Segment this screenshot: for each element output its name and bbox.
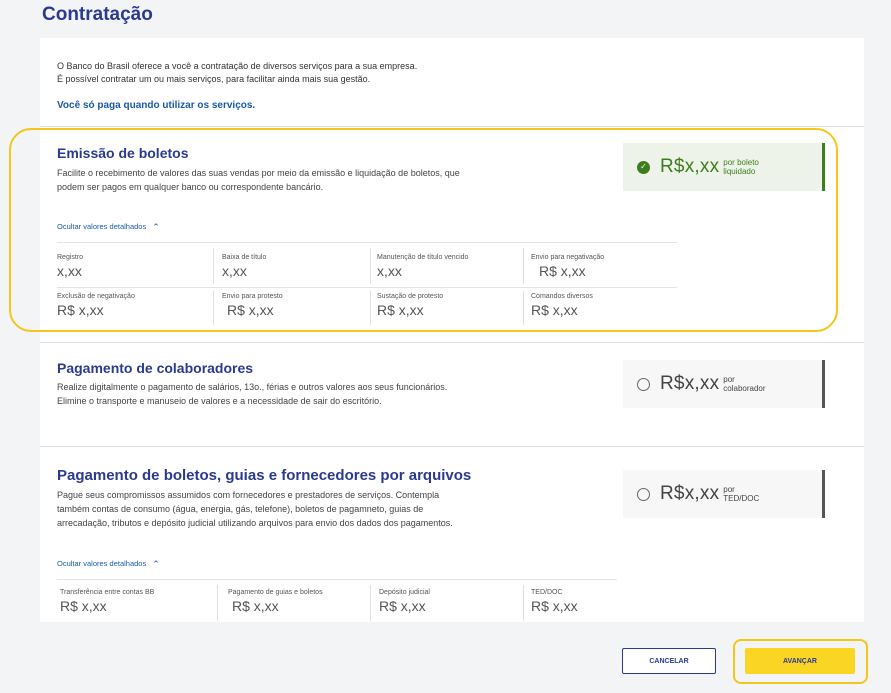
service-desc-arquivos: Pague seus compromissos assumidos com fo… <box>57 488 453 530</box>
price-unit: por TED/DOC <box>723 485 759 503</box>
service-title-arquivos: Pagamento de boletos, guias e fornecedor… <box>57 467 472 484</box>
intro-line-2: É possível contratar um ou mais serviços… <box>57 74 371 84</box>
price-unit-line: TED/DOC <box>723 494 760 503</box>
divider <box>40 126 864 127</box>
price-unit-line: por <box>723 375 735 384</box>
intro-text: O Banco do Brasil oferece a você a contr… <box>57 60 417 86</box>
service-desc-colaboradores: Realize digitalmente o pagamento de salá… <box>57 380 447 408</box>
detail-value: R$ x,xx <box>379 598 426 614</box>
desc-line: Pague seus compromissos assumidos com fo… <box>57 490 440 500</box>
selection-highlight <box>9 128 838 332</box>
detail-value: R$ x,xx <box>232 598 279 614</box>
divider <box>57 579 617 580</box>
divider <box>217 585 218 621</box>
detail-label: Transferência entre contas BB <box>60 589 155 596</box>
price-option-colaboradores[interactable]: R$x,xx por colaborador <box>623 360 825 408</box>
detail-label: TED/DOC <box>531 589 563 596</box>
divider <box>523 585 524 621</box>
intro-line-1: O Banco do Brasil oferece a você a contr… <box>57 61 418 71</box>
detail-value: R$ x,xx <box>531 598 578 614</box>
divider <box>40 342 864 343</box>
payment-info-link[interactable]: Você só paga quando utilizar os serviços… <box>57 100 255 111</box>
detail-deposito-judicial: Depósito judicial R$ x,xx <box>379 589 430 614</box>
price-unit-line: colaborador <box>723 384 766 393</box>
price-unit: por colaborador <box>723 375 765 393</box>
desc-line: Realize digitalmente o pagamento de salá… <box>57 382 448 392</box>
detail-label: Depósito judicial <box>379 589 430 596</box>
divider <box>40 446 864 447</box>
desc-line: arrecadação, tributos e depósito judicia… <box>57 518 453 528</box>
detail-ted-doc: TED/DOC R$ x,xx <box>531 589 578 614</box>
price-amount: R$x,xx <box>660 373 720 394</box>
hide-details-toggle-arquivos[interactable]: Ocultar valores detalhados ⌃ <box>57 558 160 569</box>
page-title: Contratação <box>42 4 153 25</box>
price-option-arquivos[interactable]: R$x,xx por TED/DOC <box>623 470 825 518</box>
cancel-button[interactable]: CANCELAR <box>622 648 716 674</box>
price-unit-line: por <box>723 485 735 494</box>
chevron-up-icon: ⌃ <box>152 559 160 569</box>
price-amount: R$x,xx <box>660 483 720 504</box>
divider <box>370 585 371 621</box>
service-title-colaboradores: Pagamento de colaboradores <box>57 360 254 376</box>
radio-icon <box>637 377 650 391</box>
detail-value: R$ x,xx <box>60 598 107 614</box>
next-button-highlight <box>733 639 868 684</box>
desc-line: também contas de consumo (água, energia,… <box>57 504 424 514</box>
radio-icon <box>637 487 650 501</box>
detail-guias-boletos: Pagamento de guias e boletos R$ x,xx <box>228 589 323 614</box>
toggle-label: Ocultar valores detalhados <box>57 559 147 568</box>
desc-line: Elimine o transporte e manuseio de valor… <box>57 396 382 406</box>
detail-transferencia-bb: Transferência entre contas BB R$ x,xx <box>60 589 154 614</box>
detail-label: Pagamento de guias e boletos <box>228 589 323 596</box>
